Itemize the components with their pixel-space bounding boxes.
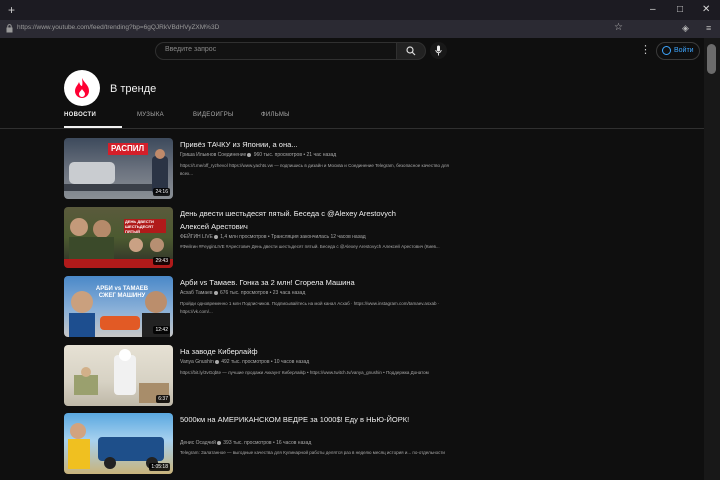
video-title[interactable]: Арби vs Тамаев. Гонка за 2 млн! Сгорела … xyxy=(180,276,420,289)
search-input[interactable]: Введите запрос xyxy=(155,42,397,60)
verified-icon xyxy=(247,152,252,157)
video-description: https://t.me/off_ryzhevol https://www.ya… xyxy=(180,163,449,176)
channel-name[interactable]: ФЕЙГИН LIVE xyxy=(180,234,213,240)
thumbnail-caption: ДЕНЬ ДВЕСТИ ШЕСТЬДЕСЯТ ПЯТЫЙ xyxy=(125,219,154,234)
address-bar[interactable]: https://www.youtube.com/feed/trending?bp… xyxy=(0,20,720,38)
video-description: Telegram: Залатанное — выгодные качества… xyxy=(180,450,445,455)
tab-news[interactable]: НОВОСТИ xyxy=(64,112,96,118)
menu-icon[interactable]: ≡ xyxy=(706,23,711,33)
tab-movies[interactable]: ФИЛЬМЫ xyxy=(261,112,290,118)
channel-name[interactable]: Асхаб Тамаев xyxy=(180,290,213,296)
channel-name[interactable]: Vanya Gnushin xyxy=(180,359,214,365)
video-description: Пройди одновременно 1 млн Подписчиков. П… xyxy=(180,301,440,314)
video-item[interactable]: ДЕНЬ ДВЕСТИ ШЕСТЬДЕСЯТ ПЯТЫЙ 29:43 День … xyxy=(64,207,624,269)
video-thumbnail[interactable]: 6:37 xyxy=(64,345,173,406)
video-thumbnail[interactable]: 1:05:18 xyxy=(64,413,173,474)
tab-music[interactable]: МУЗЫКА xyxy=(137,112,164,118)
close-window-button[interactable]: ✕ xyxy=(702,3,710,17)
user-icon xyxy=(662,46,671,55)
thumbnail-caption: РАСПИЛ xyxy=(111,144,145,153)
signin-button[interactable]: Войти xyxy=(656,42,700,60)
duration-badge: 1:05:18 xyxy=(149,463,170,471)
verified-icon xyxy=(214,359,219,364)
duration-badge: 29:43 xyxy=(153,257,170,265)
video-item[interactable]: РАСПИЛ 24:16 Привёз ТАЧКУ из Японии, а о… xyxy=(64,138,624,200)
mic-icon xyxy=(435,45,442,56)
bookmark-star-icon[interactable]: ☆ xyxy=(614,22,623,33)
views-time: 1,4 млн просмотров • Трансляция закончил… xyxy=(220,234,366,240)
channel-name[interactable]: Денис Осадчий xyxy=(180,440,216,446)
verified-icon xyxy=(213,234,218,239)
header-divider xyxy=(0,128,704,129)
trending-avatar xyxy=(64,70,100,106)
page-scrollbar[interactable] xyxy=(704,38,720,480)
minimize-button[interactable]: – xyxy=(650,3,656,17)
video-meta: Асхаб Тамаев 676 тыс. просмотров • 23 ча… xyxy=(180,290,305,296)
signin-label: Войти xyxy=(674,47,694,54)
verified-icon xyxy=(216,440,221,445)
search-placeholder: Введите запрос xyxy=(165,46,217,53)
new-tab-button[interactable]: + xyxy=(8,3,15,17)
search-button[interactable] xyxy=(396,42,426,60)
voice-search-button[interactable] xyxy=(430,42,447,59)
video-item[interactable]: АРБИ vs ТАМАЕВ СЖЕГ МАШИНУ 12:42 Арби vs… xyxy=(64,276,624,338)
channel-name[interactable]: Гриша Ильинов Соединение xyxy=(180,152,246,158)
maximize-button[interactable]: □ xyxy=(677,3,683,17)
page-title: В тренде xyxy=(110,83,157,95)
browser-tab-bar: + – □ ✕ xyxy=(0,0,720,20)
views-time: 492 тыс. просмотров • 10 часов назад xyxy=(221,359,310,365)
video-item[interactable]: 1:05:18 5000км на АМЕРИКАНСКОМ ВЕДРЕ за … xyxy=(64,413,624,475)
duration-badge: 6:37 xyxy=(156,395,170,403)
scrollbar-thumb[interactable] xyxy=(707,44,716,74)
video-description: https://bit.ly/3vGqbte — лучшие продажи … xyxy=(180,370,429,375)
video-title[interactable]: Привёз ТАЧКУ из Японии, а она... xyxy=(180,138,420,151)
views-time: 676 тыс. просмотров • 23 часа назад xyxy=(219,290,306,296)
video-meta: Гриша Ильинов Соединение 960 тыс. просмо… xyxy=(180,152,336,158)
views-time: 393 тыс. просмотров • 16 часов назад xyxy=(223,440,312,446)
more-options-icon[interactable]: ⋮ xyxy=(640,44,651,56)
video-thumbnail[interactable]: РАСПИЛ 24:16 xyxy=(64,138,173,199)
lock-icon xyxy=(6,24,13,33)
pocket-icon[interactable]: ◈ xyxy=(682,23,689,34)
video-thumbnail[interactable]: АРБИ vs ТАМАЕВ СЖЕГ МАШИНУ 12:42 xyxy=(64,276,173,337)
thumbnail-caption: АРБИ vs ТАМАЕВ СЖЕГ МАШИНУ xyxy=(95,286,149,299)
flame-icon xyxy=(75,78,89,98)
search-icon xyxy=(406,46,416,56)
video-title[interactable]: 5000км на АМЕРИКАНСКОМ ВЕДРЕ за 1000$! Е… xyxy=(180,413,420,426)
video-title[interactable]: День двести шестьдесят пятый. Беседа с @… xyxy=(180,207,420,233)
tab-games[interactable]: ВИДЕОИГРЫ xyxy=(193,112,234,118)
url-text[interactable]: https://www.youtube.com/feed/trending?bp… xyxy=(17,24,219,31)
video-thumbnail[interactable]: ДЕНЬ ДВЕСТИ ШЕСТЬДЕСЯТ ПЯТЫЙ 29:43 xyxy=(64,207,173,268)
duration-badge: 24:16 xyxy=(153,188,170,196)
video-description: #Фейгин #FeyginLIVE #Арестович День двес… xyxy=(180,244,440,249)
video-meta: Vanya Gnushin 492 тыс. просмотров • 10 ч… xyxy=(180,359,309,365)
video-title[interactable]: На заводе Киберлайф xyxy=(180,345,420,358)
video-item[interactable]: 6:37 На заводе Киберлайф Vanya Gnushin 4… xyxy=(64,345,624,407)
video-meta: Денис Осадчий 393 тыс. просмотров • 16 ч… xyxy=(180,440,311,446)
views-time: 960 тыс. просмотров • 21 час назад xyxy=(253,152,337,158)
video-meta: ФЕЙГИН LIVE 1,4 млн просмотров • Трансля… xyxy=(180,234,366,240)
verified-icon xyxy=(213,290,218,295)
duration-badge: 12:42 xyxy=(153,326,170,334)
